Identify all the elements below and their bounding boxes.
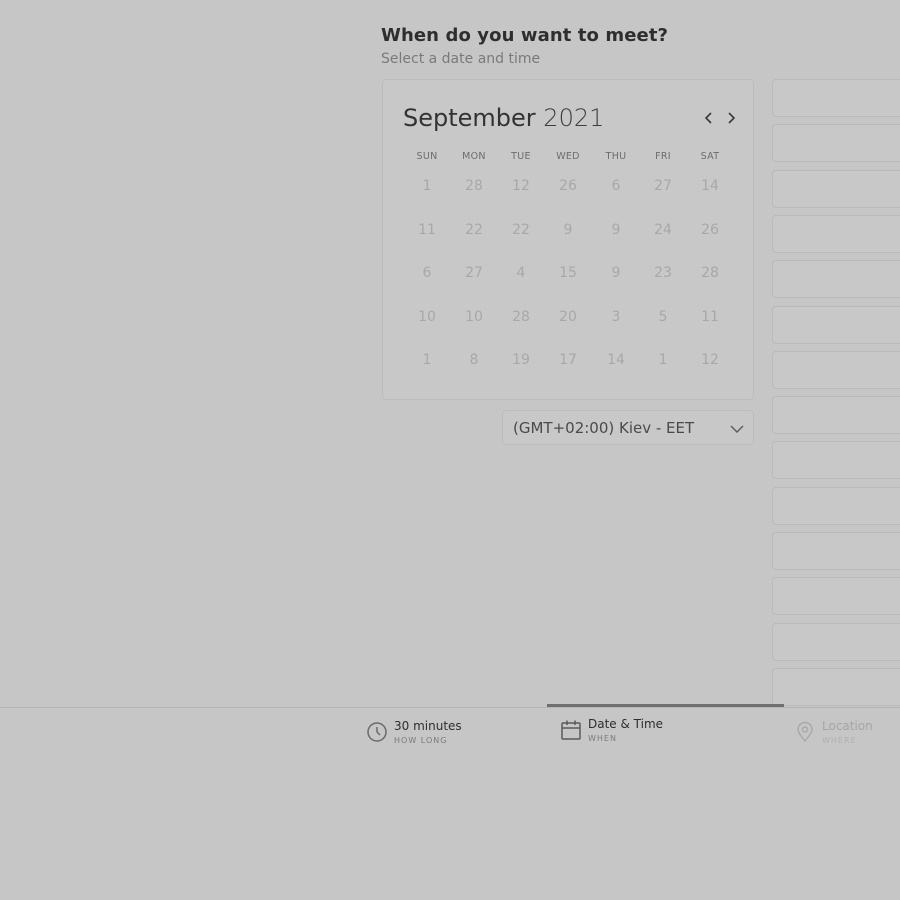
calendar-day: 17 — [559, 352, 577, 368]
weekday-header: MON — [462, 151, 486, 162]
map-pin-icon — [797, 721, 813, 743]
clock-icon — [367, 722, 387, 742]
timezone-select[interactable]: (GMT+02:00) Kiev - EET — [502, 410, 754, 445]
weekday-header: SAT — [700, 151, 720, 162]
calendar-day: 26 — [701, 221, 719, 238]
next-month-button[interactable] — [723, 110, 739, 126]
weekday-header: WED — [556, 151, 580, 162]
calendar-day: 28 — [512, 308, 530, 325]
calendar-day: 15 — [559, 265, 577, 281]
time-slot[interactable] — [772, 622, 900, 661]
calendar-day: 6 — [611, 178, 621, 194]
weekday-header: SUN — [416, 151, 438, 162]
timezone-value: (GMT+02:00) Kiev - EET — [513, 419, 695, 437]
step-location-title: Location — [822, 719, 873, 733]
time-slot[interactable] — [772, 214, 900, 253]
date-picker-calendar: September 2021 SUN MON TUE WED THU FRI SAT 1 28 1… — [382, 79, 754, 400]
calendar-day: 12 — [701, 352, 719, 368]
time-slot[interactable] — [772, 124, 900, 163]
calendar-day: 22 — [465, 221, 483, 238]
weekday-header: FRI — [655, 151, 671, 162]
prev-month-button[interactable] — [701, 110, 717, 126]
calendar-month-year: September 2021 — [403, 104, 604, 132]
calendar-day: 11 — [701, 308, 719, 325]
calendar-year: 2021 — [543, 104, 605, 132]
time-slot[interactable] — [772, 79, 900, 117]
calendar-day: 20 — [559, 308, 577, 325]
weekday-header: TUE — [511, 151, 531, 162]
calendar-day: 9 — [611, 221, 621, 238]
step-date-time-subtitle: WHEN — [588, 734, 617, 743]
time-slot[interactable] — [772, 486, 900, 525]
calendar-day: 9 — [563, 221, 573, 238]
calendar-day: 28 — [701, 265, 719, 281]
calendar-day: 8 — [469, 352, 479, 368]
calendar-day: 9 — [611, 265, 621, 281]
time-slot[interactable] — [772, 577, 900, 616]
time-slot[interactable] — [772, 532, 900, 570]
calendar-day: 27 — [465, 265, 483, 281]
page-subtitle: Select a date and time — [381, 51, 541, 67]
step-duration-title: 30 minutes — [394, 719, 462, 733]
calendar-day: 6 — [422, 265, 432, 281]
calendar-day: 28 — [465, 178, 483, 194]
time-slot[interactable] — [772, 667, 900, 706]
calendar-day: 10 — [465, 308, 483, 325]
calendar-day: 1 — [658, 352, 668, 368]
time-slot[interactable] — [772, 396, 900, 435]
step-duration-subtitle: HOW LONG — [394, 736, 448, 745]
time-slot[interactable] — [772, 260, 900, 299]
step-location-subtitle: WHERE — [822, 736, 857, 745]
time-slot[interactable] — [772, 350, 900, 389]
calendar-day: 1 — [422, 352, 432, 368]
time-slot[interactable] — [772, 305, 900, 344]
weekday-header: THU — [605, 151, 627, 162]
calendar-month: September — [403, 104, 536, 132]
calendar-icon — [561, 720, 581, 740]
calendar-day: 24 — [654, 221, 672, 238]
calendar-day: 10 — [418, 308, 436, 325]
chevron-left-icon — [704, 112, 712, 124]
calendar-day: 23 — [654, 265, 672, 281]
time-slot[interactable] — [772, 169, 900, 208]
calendar-day: 14 — [607, 352, 625, 368]
calendar-day: 1 — [422, 178, 432, 194]
calendar-day: 3 — [611, 308, 621, 325]
calendar-day: 4 — [516, 265, 526, 281]
page-title: When do you want to meet? — [381, 25, 669, 46]
chevron-right-icon — [728, 112, 736, 124]
calendar-day: 26 — [559, 178, 577, 194]
calendar-day: 11 — [418, 221, 436, 238]
calendar-day: 14 — [701, 178, 719, 194]
step-date-time-title: Date & Time — [588, 717, 664, 731]
calendar-day: 12 — [512, 178, 530, 194]
calendar-day: 5 — [658, 308, 668, 325]
calendar-day: 22 — [512, 221, 530, 238]
chevron-down-icon — [730, 425, 744, 433]
time-slot[interactable] — [772, 441, 900, 480]
calendar-day: 27 — [654, 178, 672, 194]
active-step-indicator — [547, 704, 784, 707]
calendar-day: 19 — [512, 352, 530, 368]
footer-divider — [0, 707, 900, 708]
